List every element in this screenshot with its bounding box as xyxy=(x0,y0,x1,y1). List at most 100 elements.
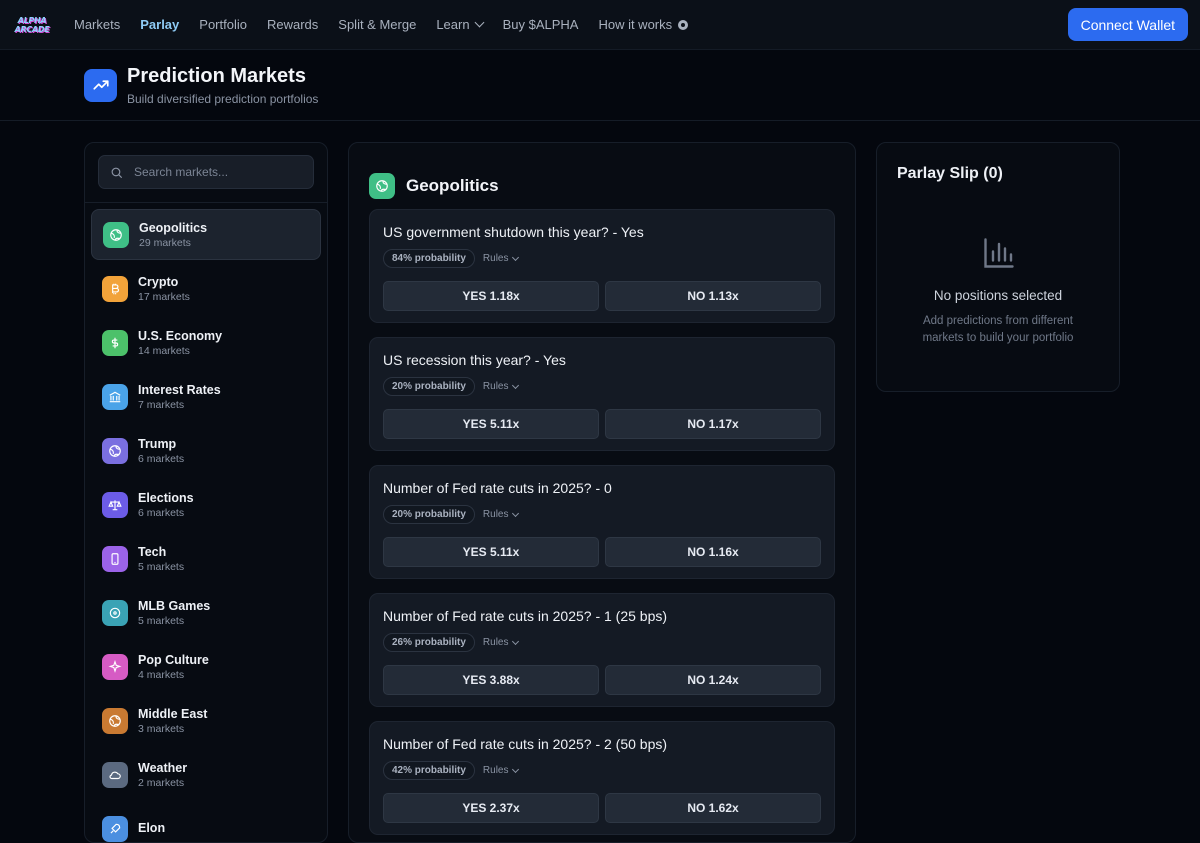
dollar-icon xyxy=(102,329,128,356)
target-icon xyxy=(102,599,128,626)
yes-button[interactable]: YES 5.11x xyxy=(383,409,599,439)
nav-label: Buy $ALPHA xyxy=(502,17,579,32)
logo-line-1: ALPHA xyxy=(17,15,47,25)
yes-button[interactable]: YES 3.88x xyxy=(383,665,599,695)
no-button[interactable]: NO 1.24x xyxy=(605,665,821,695)
yes-button[interactable]: YES 2.37x xyxy=(383,793,599,823)
sidebar-item-middle-east[interactable]: Middle East 3 markets xyxy=(91,695,321,746)
nav-how-it-works[interactable]: How it works xyxy=(598,17,689,32)
bar-chart-icon xyxy=(984,238,1014,268)
sidebar-item-interest-rates[interactable]: Interest Rates 7 markets xyxy=(91,371,321,422)
top-nav: ALPHA ARCADE Markets Parlay Portfolio Re… xyxy=(0,0,1200,50)
sidebar-item-u-s-economy[interactable]: U.S. Economy 14 markets xyxy=(91,317,321,368)
rules-toggle[interactable]: Rules xyxy=(483,253,520,264)
category-count: 6 markets xyxy=(138,452,185,465)
market-card: Number of Fed rate cuts in 2025? - 2 (50… xyxy=(369,721,835,835)
rules-toggle[interactable]: Rules xyxy=(482,509,520,520)
nav-buy-alpha[interactable]: Buy $ALPHA xyxy=(503,17,579,32)
category-title: Geopolitics xyxy=(406,176,499,195)
sidebar-item-pop-culture[interactable]: Pop Culture 4 markets xyxy=(91,641,321,692)
search-input[interactable] xyxy=(134,165,304,179)
globe-icon xyxy=(369,173,395,199)
rules-label: Rules xyxy=(482,509,509,520)
yes-button[interactable]: YES 5.11x xyxy=(383,537,599,567)
chevron-down-icon xyxy=(512,765,520,773)
nav-split-merge[interactable]: Split & Merge xyxy=(338,17,416,32)
category-name: Middle East xyxy=(138,706,208,721)
rules-toggle[interactable]: Rules xyxy=(483,381,520,392)
page-title: Prediction Markets xyxy=(127,64,306,87)
rules-label: Rules xyxy=(482,637,509,648)
category-name: Weather xyxy=(138,760,188,775)
sidebar-item-geopolitics[interactable]: Geopolitics 29 markets xyxy=(91,209,321,260)
search-icon xyxy=(111,167,122,178)
probability-badge: 84% probability xyxy=(383,249,475,268)
globe-icon xyxy=(102,437,128,464)
search-box[interactable] xyxy=(98,155,314,189)
probability-badge: 20% probability xyxy=(383,505,475,524)
empty-state-hint: Add predictions from different markets t… xyxy=(922,315,1074,344)
page-header: Prediction Markets Build diversified pre… xyxy=(0,50,1200,121)
chevron-down-icon xyxy=(512,381,520,389)
nav-portfolio[interactable]: Portfolio xyxy=(199,17,247,32)
nav-label: Portfolio xyxy=(199,17,247,32)
chevron-down-icon xyxy=(474,17,485,28)
yes-button[interactable]: YES 1.18x xyxy=(383,281,599,311)
category-count: 5 markets xyxy=(138,560,185,573)
rules-toggle[interactable]: Rules xyxy=(482,637,520,648)
sidebar-item-mlb-games[interactable]: MLB Games 5 markets xyxy=(91,587,321,638)
nav-rewards[interactable]: Rewards xyxy=(267,17,318,32)
nav-label: Learn xyxy=(436,17,470,32)
category-count: 2 markets xyxy=(138,776,185,789)
sidebar-item-elon[interactable]: Elon xyxy=(91,803,321,842)
category-name: Tech xyxy=(138,544,167,559)
sidebar-item-crypto[interactable]: Crypto 17 markets xyxy=(91,263,321,314)
market-card: Number of Fed rate cuts in 2025? - 1 (25… xyxy=(369,593,835,707)
no-button[interactable]: NO 1.16x xyxy=(605,537,821,567)
nav-label: Parlay xyxy=(140,17,180,32)
market-question: US government shutdown this year? - Yes xyxy=(383,224,644,240)
globe-icon xyxy=(102,707,128,734)
market-list: US government shutdown this year? - Yes 8… xyxy=(349,209,855,835)
probability-badge: 20% probability xyxy=(383,377,475,396)
category-count: 5 markets xyxy=(138,614,185,627)
sidebar-item-weather[interactable]: Weather 2 markets xyxy=(91,749,321,800)
category-count: 7 markets xyxy=(138,398,185,411)
nav-learn-dropdown[interactable]: Learn xyxy=(436,17,485,32)
cloud-icon xyxy=(102,761,128,788)
category-sidebar: Geopolitics29 marketsCrypto17 marketsU.S… xyxy=(84,142,328,843)
sidebar-item-trump[interactable]: Trump 6 markets xyxy=(91,425,321,476)
parlay-slip-title: Parlay Slip (0) xyxy=(897,165,1003,182)
probability-badge: 26% probability xyxy=(383,633,475,652)
category-count: 17 markets xyxy=(138,290,190,303)
category-name: MLB Games xyxy=(138,598,211,613)
chevron-down-icon xyxy=(512,509,520,517)
market-card: US government shutdown this year? - Yes 8… xyxy=(369,209,835,323)
no-button[interactable]: NO 1.13x xyxy=(605,281,821,311)
nav-label: How it works xyxy=(598,17,673,32)
rules-toggle[interactable]: Rules xyxy=(483,765,520,776)
market-question: US recession this year? - Yes xyxy=(383,352,566,368)
info-icon xyxy=(678,19,689,30)
phone-icon xyxy=(102,545,128,572)
nav-parlay[interactable]: Parlay xyxy=(140,17,179,32)
nav-label: Markets xyxy=(74,17,121,32)
sparkle-icon xyxy=(102,653,128,680)
no-button[interactable]: NO 1.17x xyxy=(605,409,821,439)
markets-panel: Geopolitics US government shutdown this … xyxy=(348,142,856,843)
rocket-icon xyxy=(102,815,128,842)
sidebar-item-tech[interactable]: Tech 5 markets xyxy=(91,533,321,584)
sidebar-item-elections[interactable]: Elections 6 markets xyxy=(91,479,321,530)
market-card: Number of Fed rate cuts in 2025? - 0 20% … xyxy=(369,465,835,579)
nav-label: Rewards xyxy=(266,17,319,32)
no-button[interactable]: NO 1.62x xyxy=(605,793,821,823)
connect-wallet-button[interactable]: Connect Wallet xyxy=(1067,8,1188,41)
nav-markets[interactable]: Markets xyxy=(74,17,120,32)
category-list: Geopolitics 29 markets Crypto 17 markets U.S… xyxy=(85,209,327,842)
category-name: Pop Culture xyxy=(138,652,209,667)
alpha-arcade-logo[interactable]: ALPHA ARCADE xyxy=(15,12,50,38)
category-count: 6 markets xyxy=(138,506,185,519)
scale-icon xyxy=(102,491,128,518)
market-question: Number of Fed rate cuts in 2025? - 0 xyxy=(383,480,612,496)
category-count: 4 markets xyxy=(138,668,185,681)
